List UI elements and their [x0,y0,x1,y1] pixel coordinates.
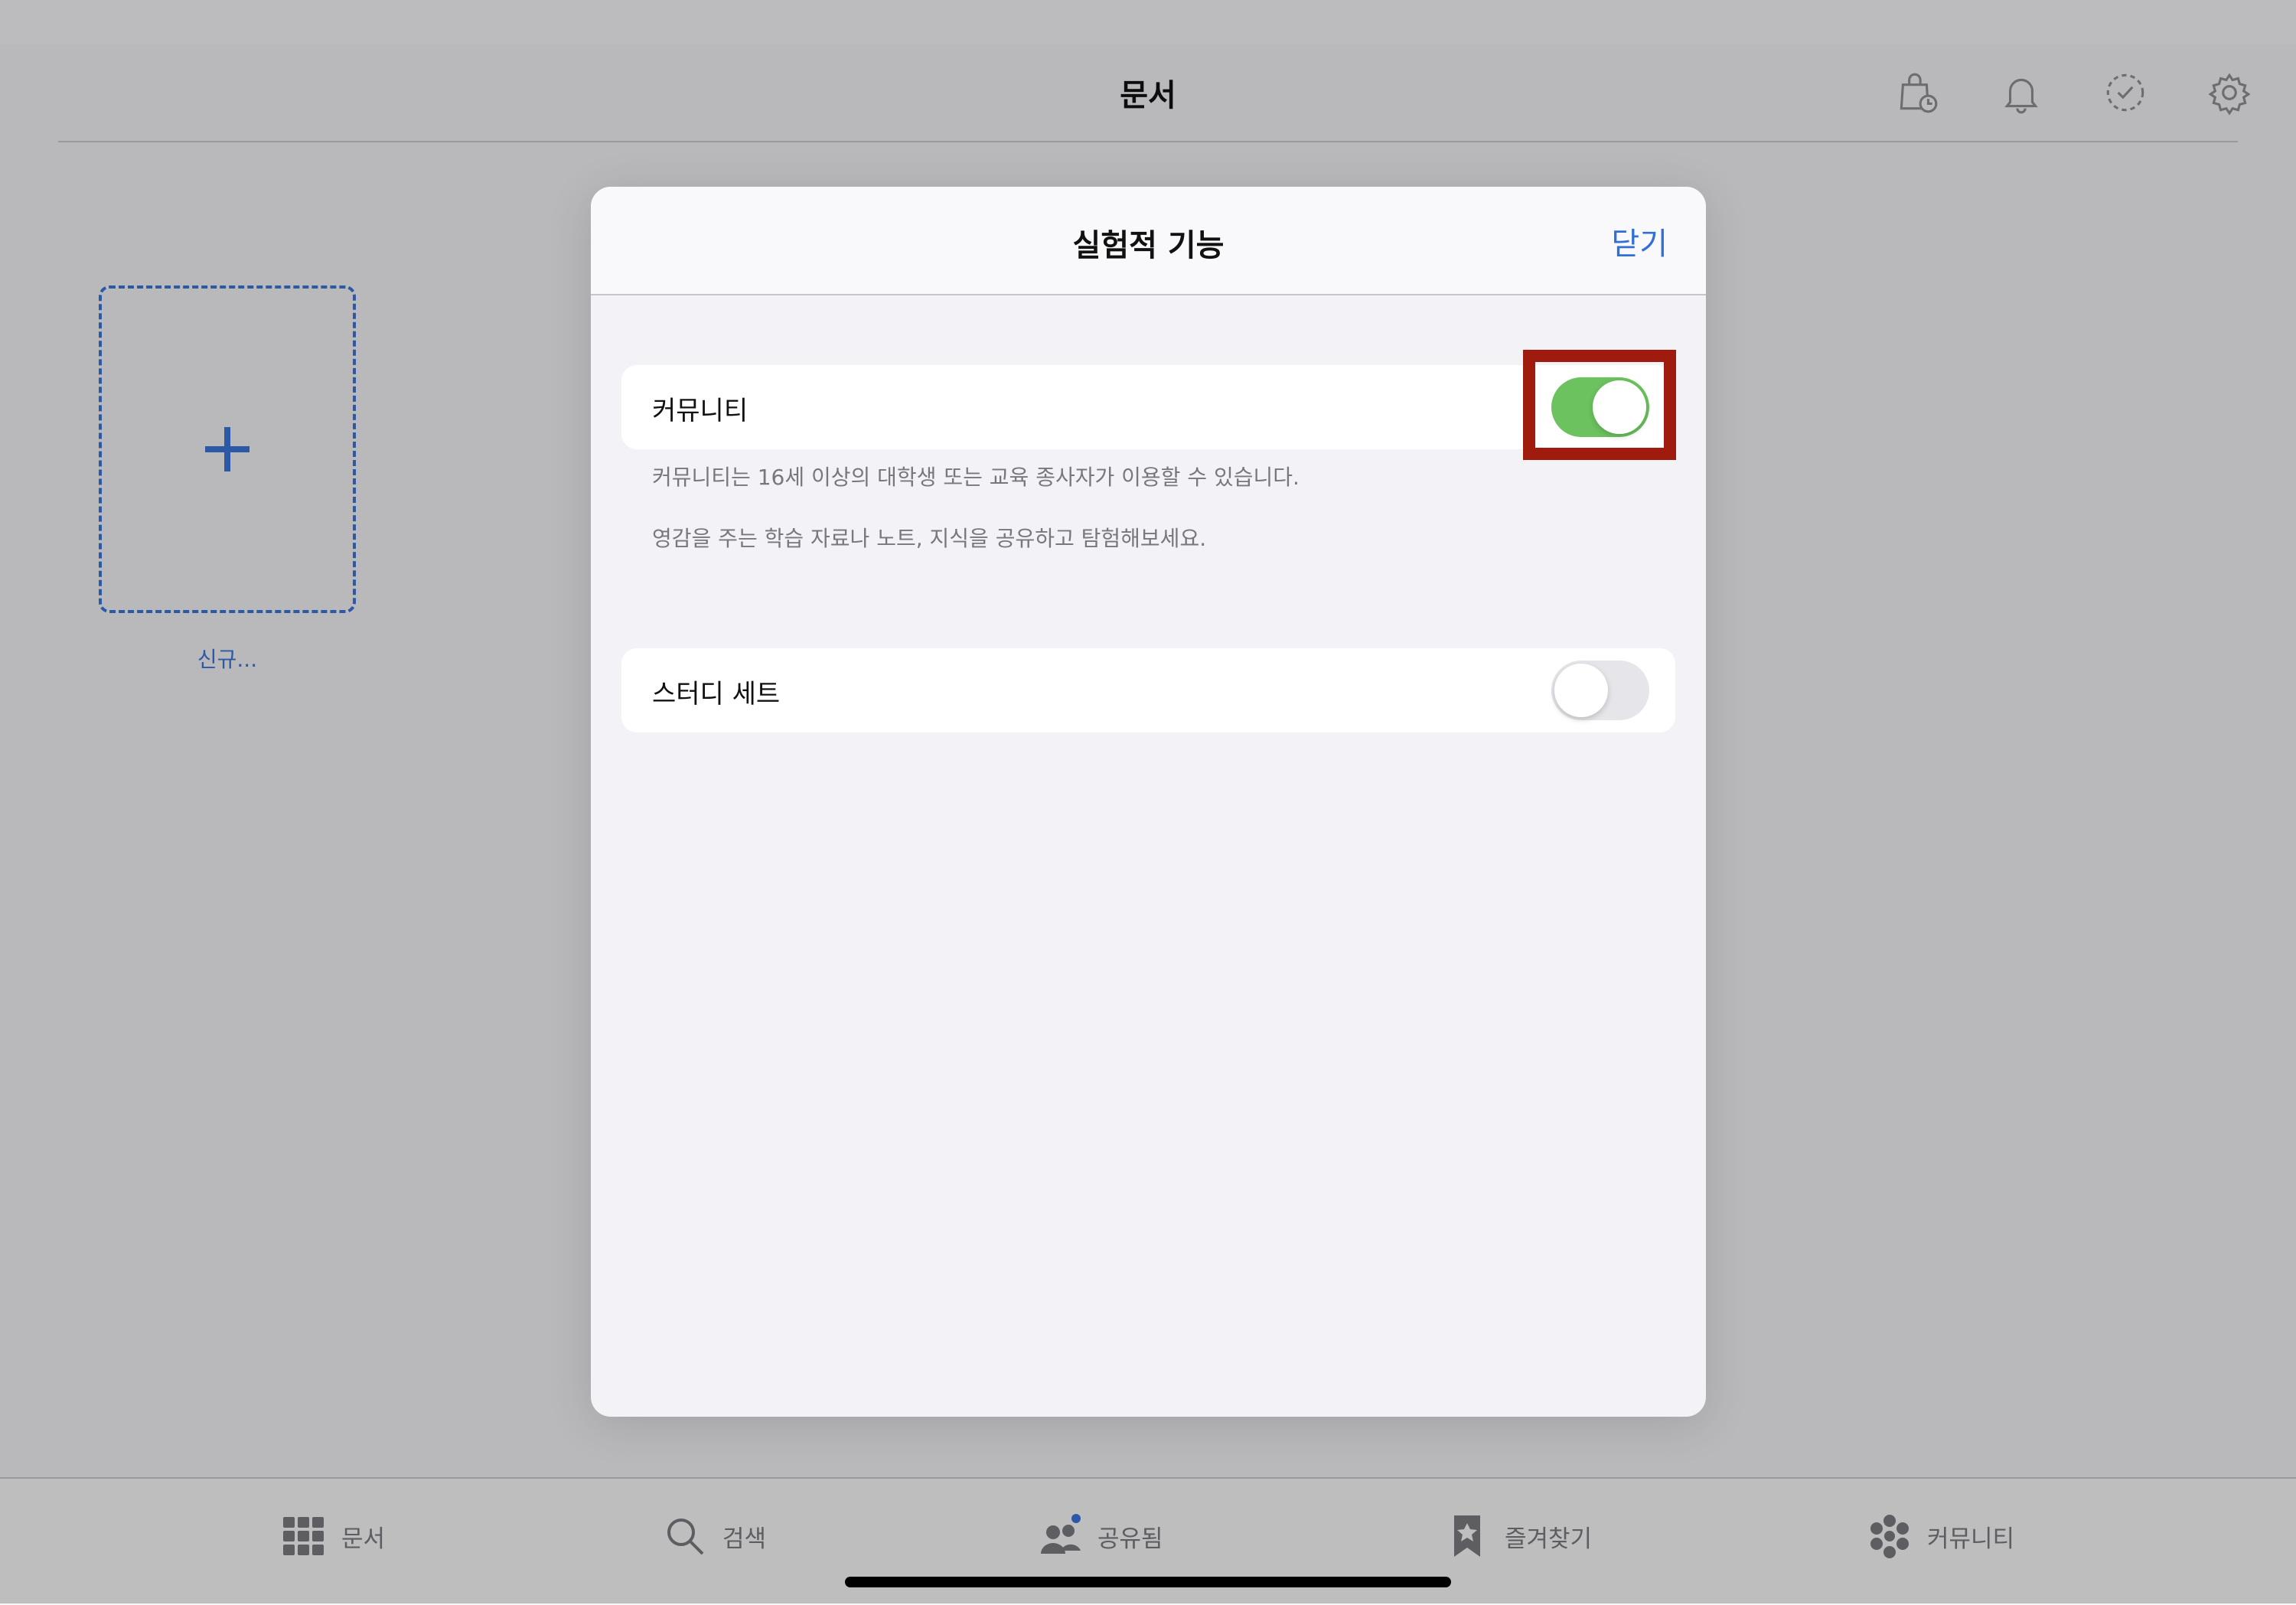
study-sets-toggle[interactable] [1551,661,1649,720]
community-label: 커뮤니티 [652,396,748,426]
study-sets-label: 스터디 세트 [652,679,781,710]
community-footnote-share: 영감을 주는 학습 자료나 노트, 지식을 공유하고 탐험해보세요. [652,526,1207,551]
close-button[interactable]: 닫기 [1611,219,1668,263]
app: 문서 신규... 문서 검색 공유됨 즐겨찾기 커뮤니티 실험적 기능 닫기 커… [0,0,2296,1605]
highlight-box [1523,350,1676,460]
sheet-title: 실험적 기능 [1072,228,1225,263]
study-sets-row: 스터디 세트 [621,648,1675,732]
community-footnote-age: 커뮤니티는 16세 이상의 대학생 또는 교육 종사자가 이용할 수 있습니다. [652,465,1300,490]
toggle-knob [1554,664,1608,717]
sheet-header: 실험적 기능 닫기 [591,187,1706,295]
community-row: 커뮤니티 [621,365,1675,449]
